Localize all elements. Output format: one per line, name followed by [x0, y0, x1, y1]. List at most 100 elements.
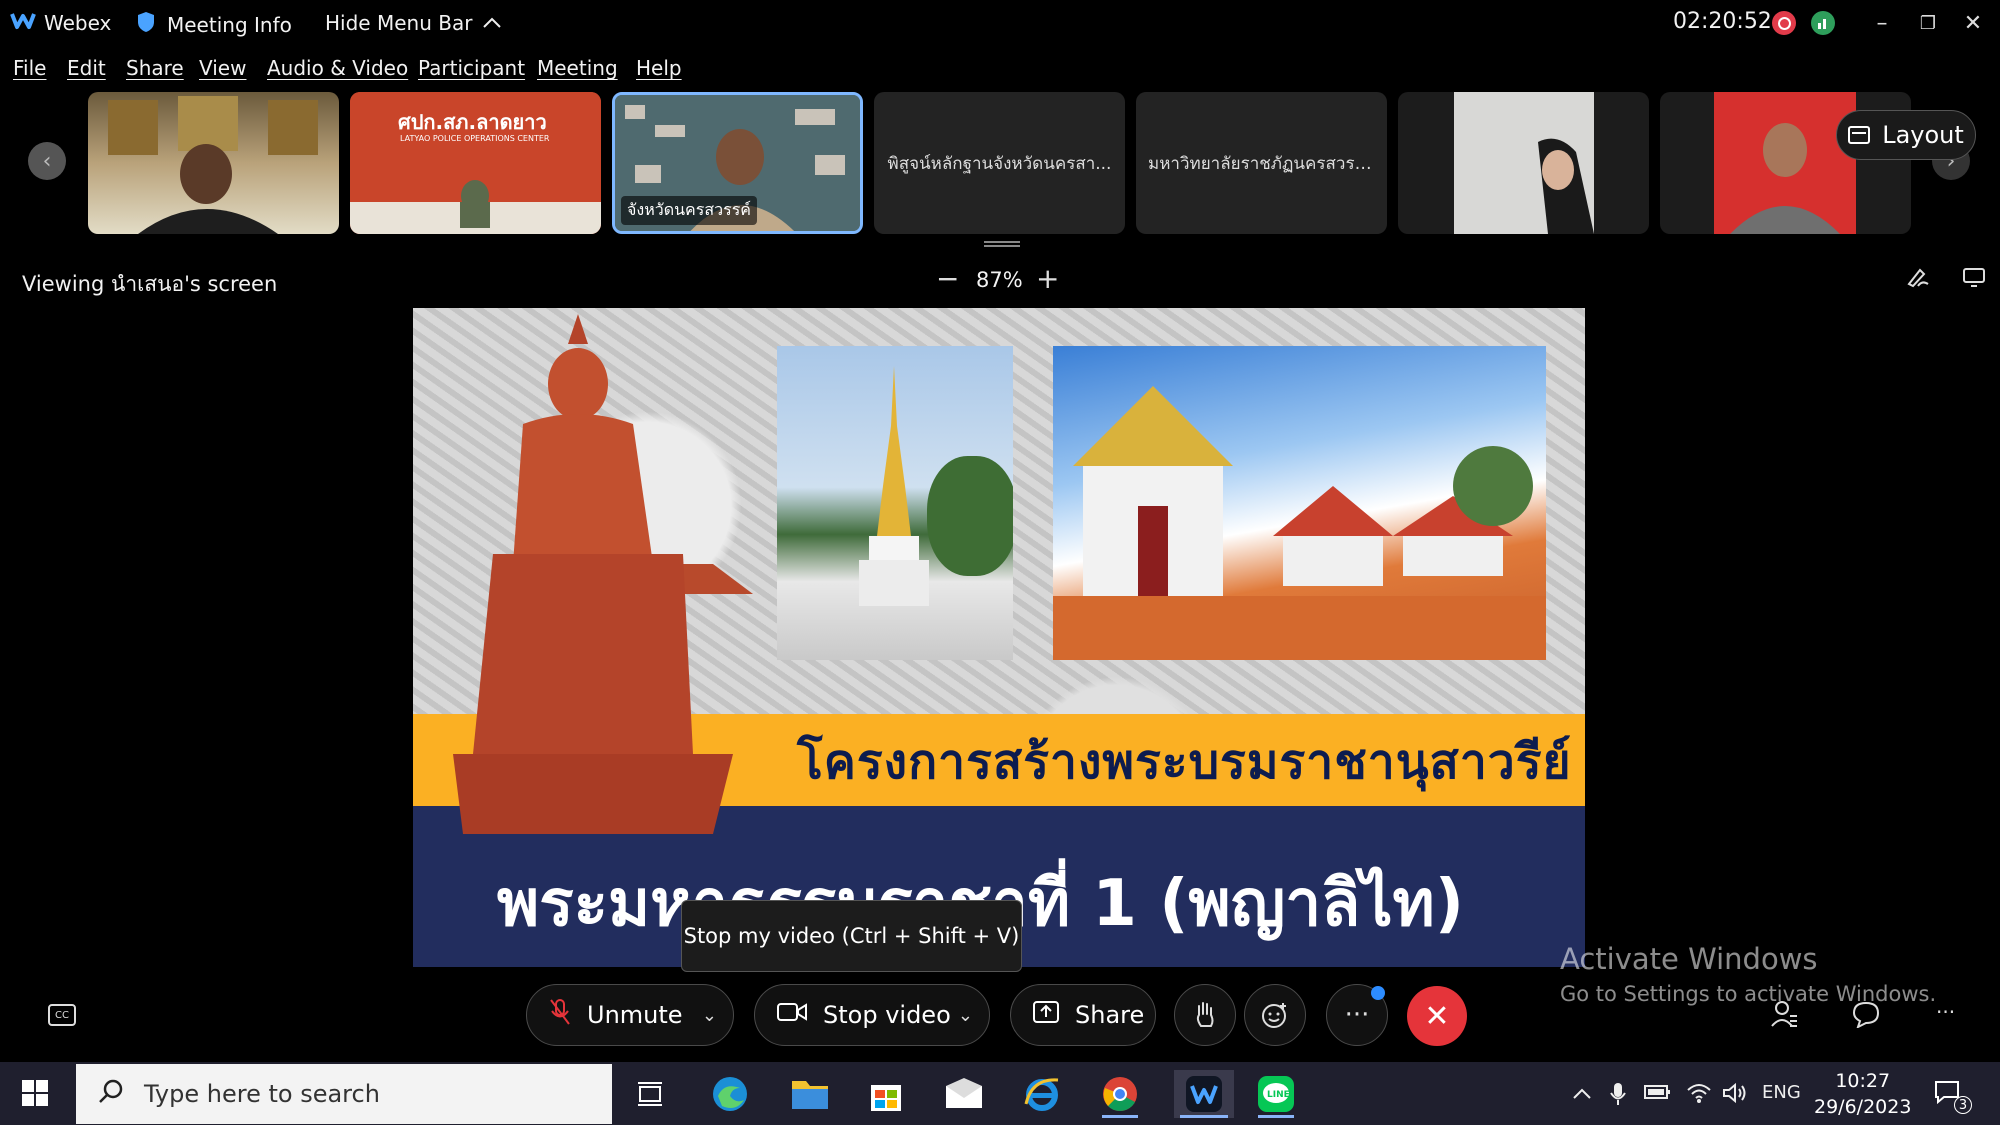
language-indicator[interactable]: ENG: [1762, 1082, 1801, 1103]
file-explorer-icon[interactable]: [786, 1070, 834, 1118]
video-tile-3[interactable]: จังหวัดนครสวรรค์: [612, 92, 863, 234]
taskbar-search-box[interactable]: Type here to search: [76, 1064, 612, 1124]
video-tile-6[interactable]: [1398, 92, 1649, 234]
slide-title-line1: โครงการสร้างพระบรมราชานุสาวรีย์: [797, 734, 1572, 790]
slide-photo-temple: [1053, 346, 1546, 660]
windows-start-icon[interactable]: [22, 1080, 48, 1106]
menu-edit[interactable]: Edit: [67, 56, 106, 80]
microphone-tray-icon[interactable]: [1610, 1082, 1626, 1111]
zoom-in-button[interactable]: +: [1036, 262, 1059, 295]
share-button[interactable]: Share: [1010, 984, 1156, 1046]
stop-video-button[interactable]: Stop video ⌄: [754, 984, 990, 1046]
participant-video: [108, 96, 318, 234]
restore-button[interactable]: ❐: [1913, 8, 1943, 38]
edge-icon[interactable]: [706, 1070, 754, 1118]
taskbar-clock[interactable]: 10:27 29/6/2023: [1814, 1068, 1911, 1120]
filmstrip-resize-handle[interactable]: [984, 241, 1020, 247]
muted-mic-icon: [549, 998, 571, 1032]
meeting-timer: 02:20:52: [1673, 9, 1772, 34]
raise-hand-button[interactable]: [1174, 984, 1236, 1046]
temple-image: [1053, 386, 1546, 660]
clock-date: 29/6/2023: [1814, 1096, 1912, 1118]
task-view-icon[interactable]: [626, 1070, 674, 1118]
closed-captions-button[interactable]: CC: [48, 1004, 76, 1026]
internet-explorer-icon[interactable]: [1018, 1070, 1066, 1118]
video-filmstrip: ‹ ศปก.สภ.ลาดยาว LATYAO POLICE OPERATIONS…: [0, 90, 2000, 236]
notification-badge: [1371, 986, 1385, 1000]
line-app-icon[interactable]: LINE: [1252, 1070, 1300, 1118]
reactions-button[interactable]: [1244, 984, 1306, 1046]
tile-name-label: จังหวัดนครสวรรค์: [621, 196, 757, 225]
search-placeholder: Type here to search: [144, 1080, 380, 1108]
mail-icon[interactable]: [940, 1070, 988, 1118]
chrome-icon[interactable]: [1096, 1070, 1144, 1118]
recording-icon[interactable]: [1772, 11, 1796, 35]
watermark-line1: Activate Windows: [1560, 942, 1818, 976]
menu-bar: File Edit Share View Audio & Video Parti…: [0, 52, 2000, 86]
close-button[interactable]: ✕: [1958, 8, 1988, 38]
statue-image: [453, 314, 753, 834]
menu-view[interactable]: View: [199, 56, 246, 80]
video-tile-2[interactable]: ศปก.สภ.ลาดยาว LATYAO POLICE OPERATIONS C…: [350, 92, 601, 234]
activate-windows-watermark: Activate Windows Go to Settings to activ…: [1560, 942, 1936, 1006]
menu-file[interactable]: File: [13, 56, 46, 80]
svg-text:LINE: LINE: [1267, 1090, 1290, 1100]
video-tile-4[interactable]: พิสูจน์หลักฐานจังหวัดนครสา...: [874, 92, 1125, 234]
app-name: Webex: [44, 11, 112, 35]
unmute-label: Unmute: [587, 1001, 683, 1029]
annotate-icon[interactable]: [1906, 266, 1930, 294]
clock-time: 10:27: [1835, 1070, 1891, 1092]
meeting-info-button[interactable]: Meeting Info: [137, 11, 292, 38]
smiley-icon: [1262, 1003, 1286, 1028]
hide-menu-bar-button[interactable]: Hide Menu Bar: [325, 11, 502, 35]
remote-control-icon[interactable]: [1962, 266, 1986, 294]
participant-video: [1454, 92, 1594, 234]
unmute-button[interactable]: Unmute ⌄: [526, 984, 734, 1046]
title-bar: Webex Meeting Info Hide Menu Bar 02:20:5…: [0, 0, 2000, 46]
zoom-level: 87%: [976, 268, 1023, 292]
notification-count-badge: 3: [1954, 1096, 1972, 1114]
tile-name-label: พิสูจน์หลักฐานจังหวัดนครสา...: [887, 154, 1112, 174]
network-stats-icon[interactable]: [1811, 11, 1835, 35]
menu-participant[interactable]: Participant: [418, 56, 525, 80]
chat-icon[interactable]: [1852, 1000, 1880, 1035]
windows-taskbar: Type here to search LINE ENG 10:27 29/6/…: [0, 1062, 2000, 1125]
tile-sign-subtext: LATYAO POLICE OPERATIONS CENTER: [400, 134, 550, 143]
menu-share[interactable]: Share: [126, 56, 184, 80]
layout-button[interactable]: Layout: [1836, 110, 1976, 160]
video-tile-1[interactable]: [88, 92, 339, 234]
microsoft-store-icon[interactable]: [862, 1070, 910, 1118]
battery-icon[interactable]: [1644, 1082, 1672, 1107]
tree-image: [927, 456, 1013, 576]
chevron-down-icon[interactable]: ⌄: [702, 1005, 717, 1026]
end-call-button[interactable]: ✕: [1407, 986, 1467, 1046]
hide-menu-label: Hide Menu Bar: [325, 11, 473, 35]
layout-label: Layout: [1882, 121, 1964, 149]
show-hidden-icons-chevron[interactable]: [1572, 1082, 1592, 1106]
chevron-down-icon[interactable]: ⌄: [958, 1005, 973, 1026]
slide-photo-stupa: [777, 346, 1013, 660]
shield-icon: [137, 11, 155, 38]
layout-icon: [1848, 126, 1871, 144]
share-label: Share: [1075, 1001, 1145, 1029]
more-panels-icon[interactable]: ···: [1936, 1000, 1955, 1024]
viewing-screen-label: Viewing นำเสนอ's screen: [22, 272, 278, 296]
zoom-out-button[interactable]: −: [936, 262, 959, 295]
wifi-icon[interactable]: [1686, 1082, 1712, 1109]
participants-icon[interactable]: [1770, 1000, 1798, 1035]
shared-screen: โครงการสร้างพระบรมราชานุสาวรีย์ พระมหาธร…: [413, 308, 1585, 967]
menu-help[interactable]: Help: [636, 56, 682, 80]
video-tile-5[interactable]: มหาวิทยาลัยราชภัฏนครสวรรค์: [1136, 92, 1387, 234]
volume-icon[interactable]: [1722, 1082, 1748, 1109]
filmstrip-prev-button[interactable]: ‹: [28, 142, 66, 180]
menu-meeting[interactable]: Meeting: [537, 56, 618, 80]
stop-video-tooltip: Stop my video (Ctrl + Shift + V): [681, 900, 1022, 972]
meeting-info-label: Meeting Info: [167, 12, 292, 37]
hand-icon: [1196, 1002, 1214, 1027]
webex-taskbar-icon[interactable]: [1174, 1070, 1234, 1118]
tile-name-label: มหาวิทยาลัยราชภัฏนครสวรรค์: [1148, 154, 1376, 174]
search-icon: [98, 1078, 124, 1111]
share-icon: [1033, 1001, 1059, 1029]
minimize-button[interactable]: –: [1867, 8, 1897, 38]
menu-audio-video[interactable]: Audio & Video: [267, 56, 408, 80]
